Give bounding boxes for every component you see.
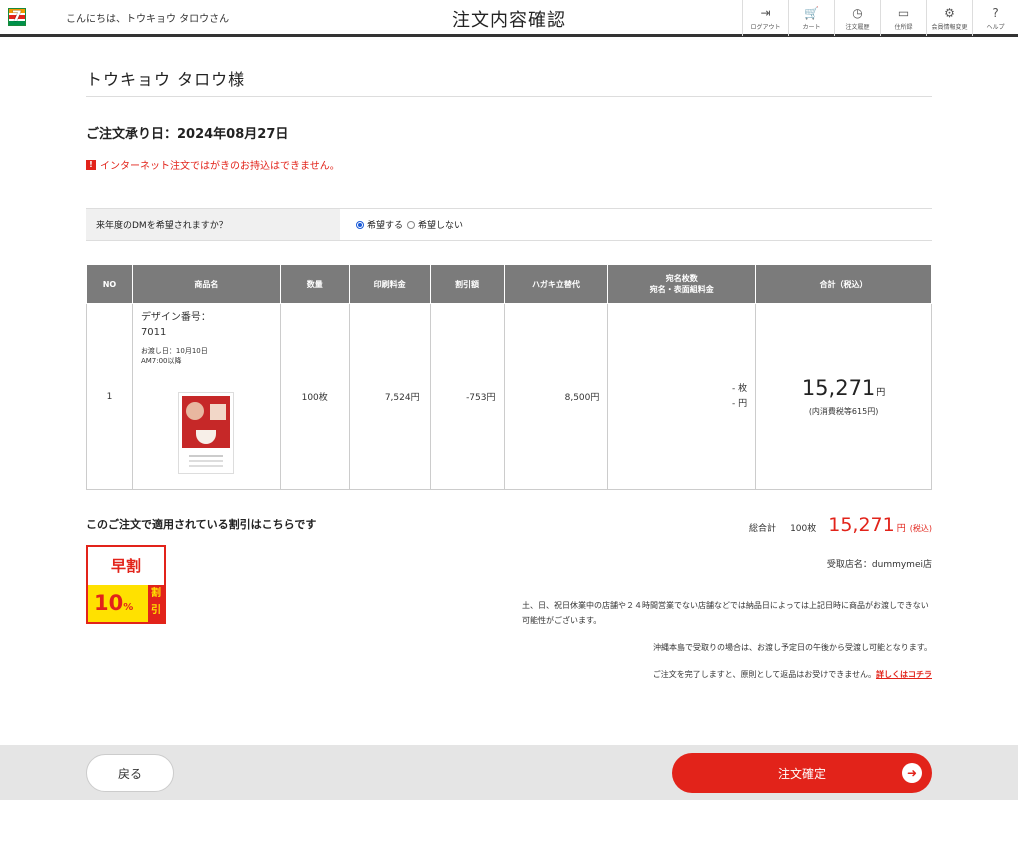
early-discount-badge: 早割 10% 割引 (86, 545, 166, 624)
cart-label: カート (802, 23, 821, 31)
col-address-line1: 宛名枚数 (665, 274, 698, 283)
address-book-button[interactable]: ▭ 住所録 (880, 0, 926, 36)
settings-label: 会員情報変更 (931, 23, 968, 31)
history-button[interactable]: ◷ 注文履歴 (834, 0, 880, 36)
grand-total-label: 総合計 (749, 524, 777, 534)
warning-text: インターネット注文ではがきのお持込はできません。 (100, 161, 340, 172)
col-address: 宛名枚数 宛名・表面組料金 (607, 264, 757, 304)
table-header-row: NO 商品名 数量 印刷料金 割引額 ハガキ立替代 宛名枚数 宛名・表面組料金 … (86, 264, 932, 304)
cell-discount: -753円 (429, 303, 505, 490)
row-total-amount: 15,271 (801, 376, 876, 400)
divider (86, 96, 932, 97)
footer-bar: 戻る 注文確定 ➜ (0, 745, 1018, 800)
dm-option-no[interactable]: 希望しない (407, 218, 463, 231)
confirm-order-label: 注文確定 (777, 766, 826, 781)
address-book-icon: ▭ (897, 5, 910, 20)
cart-button[interactable]: 🛒 カート (788, 0, 834, 36)
delivery-date: お渡し日：10月10日 (140, 347, 208, 355)
dm-option-yes[interactable]: 希望する (356, 218, 403, 231)
col-postcard: ハガキ立替代 (503, 264, 609, 304)
design-label: デザイン番号： (140, 312, 211, 323)
col-print-fee: 印刷料金 (348, 264, 431, 304)
back-button[interactable]: 戻る (86, 754, 174, 792)
cell-postcard: 8,500円 (503, 303, 609, 490)
badge-side-label: 割引 (148, 585, 164, 622)
col-address-line2: 宛名・表面組料金 (649, 285, 714, 294)
dm-option-no-label: 希望しない (418, 221, 464, 231)
table-row: 1 デザイン番号： 7011 お渡し日：10月10日 AM7:00以降 100枚… (86, 303, 932, 490)
dm-question: 来年度のDMを希望されますか？ (86, 209, 340, 240)
warning-message: ! インターネット注文ではがきのお持込はできません。 (86, 157, 340, 172)
cell-address: - 枚 - 円 (607, 303, 757, 490)
col-no: NO (86, 264, 133, 304)
note-line-1: 土、日、祝日休業中の店舗や２４時間営業でない店舗などでは納品日によっては上記日時… (522, 601, 929, 625)
row-total-yen: 円 (876, 388, 886, 398)
address-fee: - 円 (732, 398, 748, 409)
note-line-3-text: ご注文を完了しますと、原則として返品はお受けできません。 (652, 670, 876, 679)
col-discount: 割引額 (429, 264, 505, 304)
col-total: 合計（税込） (755, 264, 932, 304)
dm-preference-row: 来年度のDMを希望されますか？ 希望する 希望しない (86, 208, 932, 241)
col-product: 商品名 (131, 264, 281, 304)
warning-icon: ! (86, 159, 96, 170)
dm-options: 希望する 希望しない (340, 209, 467, 240)
design-number: 7011 (140, 327, 167, 338)
logout-label: ログアウト (750, 23, 781, 31)
order-date: ご注文承り日：2024年08月27日 (86, 127, 289, 142)
details-link[interactable]: 詳しくはコチラ (876, 670, 932, 679)
header-icon-bar: ⇥ ログアウト 🛒 カート ◷ 注文履歴 ▭ 住所録 ⚙ 会員情報変更 ? ヘル… (742, 0, 1018, 37)
grand-total-tax-note: (税込) (909, 524, 932, 533)
cell-no: 1 (86, 303, 133, 490)
order-table: NO 商品名 数量 印刷料金 割引額 ハガキ立替代 宛名枚数 宛名・表面組料金 … (86, 264, 932, 490)
help-icon: ? (992, 5, 999, 20)
customer-name: トウキョウ タロウ様 (86, 70, 246, 89)
help-button[interactable]: ? ヘルプ (972, 0, 1018, 36)
logout-icon: ⇥ (760, 5, 771, 20)
settings-button[interactable]: ⚙ 会員情報変更 (926, 0, 972, 36)
cell-total: 15,271円 (内消費税等615円) (755, 303, 932, 490)
grand-total-qty: 100枚 (790, 524, 817, 534)
badge-title: 早割 (110, 557, 141, 575)
address-book-label: 住所録 (894, 23, 913, 31)
grand-total: 総合計 100枚 15,271 円 (税込) (749, 514, 932, 536)
badge-percent: 10 (94, 591, 124, 615)
grand-total-amount: 15,271 (828, 514, 895, 536)
settings-icon: ⚙ (944, 5, 955, 20)
note-line-3: ご注文を完了しますと、原則として返品はお受けできません。詳しくはコチラ (522, 667, 932, 682)
discount-title: このご注文で適用されている割引はこちらです (86, 518, 317, 531)
notes: 土、日、祝日休業中の店舗や２４時間営業でない店舗などでは納品日によっては上記日時… (522, 598, 932, 682)
cart-icon: 🛒 (804, 5, 819, 20)
cell-print-fee: 7,524円 (348, 303, 431, 490)
dm-option-yes-label: 希望する (367, 221, 404, 231)
pickup-store: 受取店名：dummymei店 (826, 560, 932, 570)
top-header: 7 こんにちは、トウキョウ タロウさん 注文内容確認 ⇥ ログアウト 🛒 カート… (0, 0, 1018, 37)
history-label: 注文履歴 (845, 23, 870, 31)
history-icon: ◷ (852, 5, 863, 20)
grand-total-yen: 円 (896, 524, 906, 534)
cell-qty: 100枚 (279, 303, 350, 490)
product-thumbnail[interactable] (177, 392, 234, 474)
help-label: ヘルプ (986, 23, 1005, 31)
row-total-tax: (内消費税等615円) (808, 407, 879, 416)
note-line-2: 沖縄本島で受取りの場合は、お渡し予定日の午後から受渡し可能となります。 (653, 643, 932, 652)
col-qty: 数量 (279, 264, 350, 304)
cell-product: デザイン番号： 7011 お渡し日：10月10日 AM7:00以降 (131, 303, 281, 490)
logout-button[interactable]: ⇥ ログアウト (742, 0, 788, 36)
radio-unselected-icon[interactable] (407, 220, 416, 229)
delivery-time: AM7:00以降 (140, 357, 182, 365)
arrow-right-icon: ➜ (902, 763, 922, 783)
address-count: - 枚 (732, 383, 748, 394)
confirm-order-button[interactable]: 注文確定 ➜ (672, 753, 932, 793)
badge-percent-unit: % (123, 602, 134, 613)
radio-selected-icon[interactable] (356, 220, 364, 229)
